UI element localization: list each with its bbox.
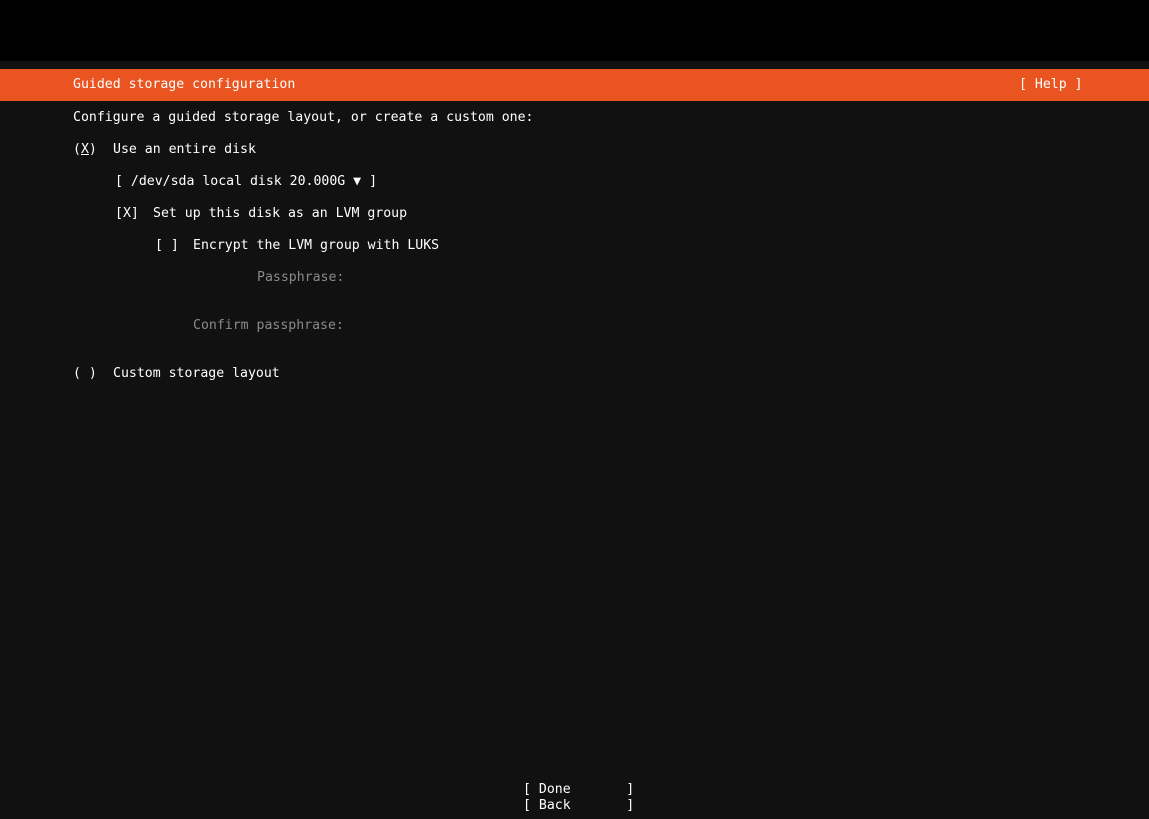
lvm-label: Set up this disk as an LVM group — [153, 206, 408, 221]
passphrase-input[interactable] — [353, 270, 753, 286]
confirm-passphrase-input[interactable] — [353, 318, 753, 334]
confirm-passphrase-label: Confirm passphrase: — [193, 318, 344, 333]
page-title: Guided storage configuration — [73, 77, 296, 92]
encrypt-label: Encrypt the LVM group with LUKS — [193, 238, 440, 253]
back-button[interactable]: [ Back ] — [523, 798, 634, 814]
radio-selected-mark: X — [80, 142, 89, 157]
radio-open: ( — [73, 142, 81, 157]
encrypt-checkbox[interactable]: [ ] — [155, 238, 179, 254]
done-button[interactable]: [ Done ] — [523, 782, 634, 798]
entire-disk-radio[interactable]: (X) — [73, 142, 97, 158]
custom-layout-label: Custom storage layout — [113, 366, 280, 381]
entire-disk-label: Use an entire disk — [113, 142, 256, 157]
header-bar: Guided storage configuration [ Help ] — [0, 69, 1149, 101]
intro-text: Configure a guided storage layout, or cr… — [73, 110, 534, 125]
lvm-checkbox[interactable]: [X] — [115, 206, 139, 222]
help-button[interactable]: [ Help ] — [1019, 77, 1083, 93]
passphrase-label: Passphrase: — [257, 270, 345, 285]
disk-select-dropdown[interactable]: [ /dev/sda local disk 20.000G ▼ ] — [115, 174, 377, 190]
custom-layout-radio[interactable]: ( ) — [73, 366, 97, 382]
top-bar — [0, 0, 1149, 61]
radio-close: ) — [88, 142, 97, 157]
